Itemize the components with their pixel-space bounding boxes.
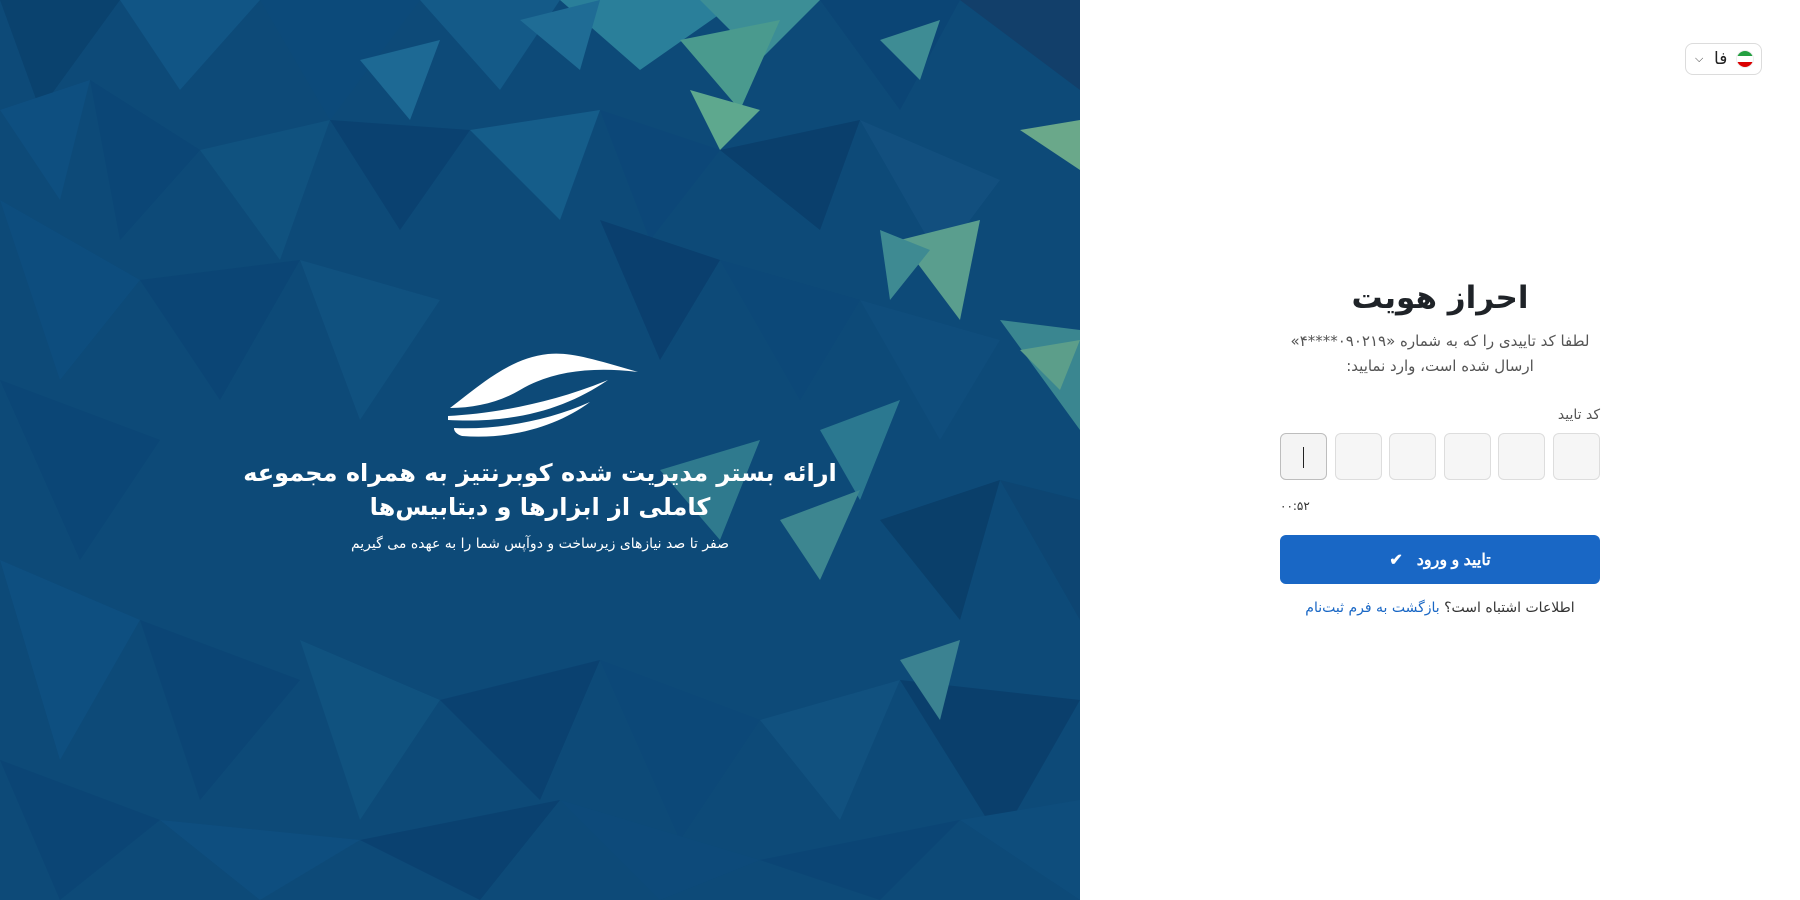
resend-timer: ۰۰:۵۲ xyxy=(1280,499,1310,513)
otp-digit-input[interactable] xyxy=(1280,433,1327,480)
hero-panel: ارائه بستر مدیریت شده کوبرنتیز به همراه … xyxy=(0,0,1080,900)
otp-digit-input[interactable] xyxy=(1443,433,1491,480)
polygon-background xyxy=(0,0,1080,900)
verification-code-label: کد تایید xyxy=(1557,407,1600,423)
hero-title: ارائه بستر مدیریت شده کوبرنتیز به همراه … xyxy=(243,459,837,521)
confirm-login-label: تایید و ورود xyxy=(1416,551,1491,569)
otp-input-group xyxy=(1280,433,1600,480)
check-icon: ✔ xyxy=(1389,551,1403,569)
chevron-down-icon: ⌵ xyxy=(1695,52,1704,65)
confirm-login-button[interactable]: تایید و ورود ✔ xyxy=(1280,535,1600,584)
hero-subtitle: صفر تا صد نیازهای زیرساخت و دوآپس شما را… xyxy=(350,536,730,552)
instruction-text: لطفا کد تاییدی را که به شماره «۰۹۰۲۱۹***… xyxy=(1280,329,1600,379)
otp-digit-input[interactable] xyxy=(1498,433,1546,480)
wrong-info-line: اطلاعات اشتباه است؟ بازگشت به فرم ثبت‌نا… xyxy=(1280,600,1600,616)
instruction-line-2: ارسال شده است، وارد نمایید: xyxy=(1346,357,1534,375)
language-selector[interactable]: ⌵ فا xyxy=(1685,43,1762,75)
wrong-info-text: اطلاعات اشتباه است؟ xyxy=(1444,600,1575,616)
otp-digit-input[interactable] xyxy=(1553,433,1600,480)
iran-flag-icon xyxy=(1736,50,1754,68)
instruction-line-1: لطفا کد تاییدی را که به شماره «۰۹۰۲۱۹***… xyxy=(1290,332,1590,350)
boat-logo-icon xyxy=(440,350,640,444)
login-verification-page: ارائه بستر مدیریت شده کوبرنتیز به همراه … xyxy=(0,0,1800,900)
page-title: احراز هویت xyxy=(1351,280,1529,316)
otp-digit-input[interactable] xyxy=(1389,433,1437,480)
otp-digit-input[interactable] xyxy=(1334,433,1382,480)
language-label: فا xyxy=(1714,49,1728,69)
back-to-register-link[interactable]: بازگشت به فرم ثبت‌نام xyxy=(1305,600,1439,616)
